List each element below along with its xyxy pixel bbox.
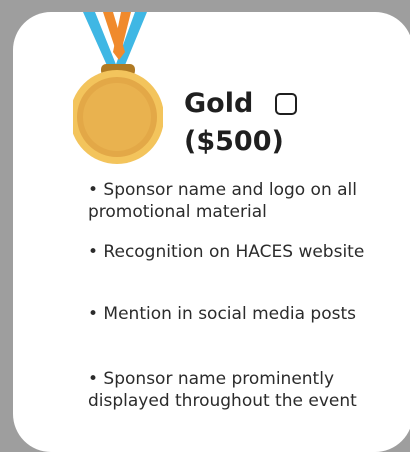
benefit-item: • Mention in social media posts <box>88 304 356 324</box>
gold-medal-icon <box>73 12 163 164</box>
tier-select-checkbox[interactable] <box>275 93 297 115</box>
sponsorship-tier-card: Gold ($500) • Sponsor name and logo on a… <box>13 12 410 452</box>
tier-name: Gold <box>184 88 254 119</box>
tier-price: ($500) <box>184 126 284 157</box>
benefit-item: • Sponsor name prominently displayed thr… <box>88 369 357 411</box>
benefit-item: • Sponsor name and logo on all promotion… <box>88 180 358 222</box>
benefit-item: • Recognition on HACES website <box>88 242 365 262</box>
